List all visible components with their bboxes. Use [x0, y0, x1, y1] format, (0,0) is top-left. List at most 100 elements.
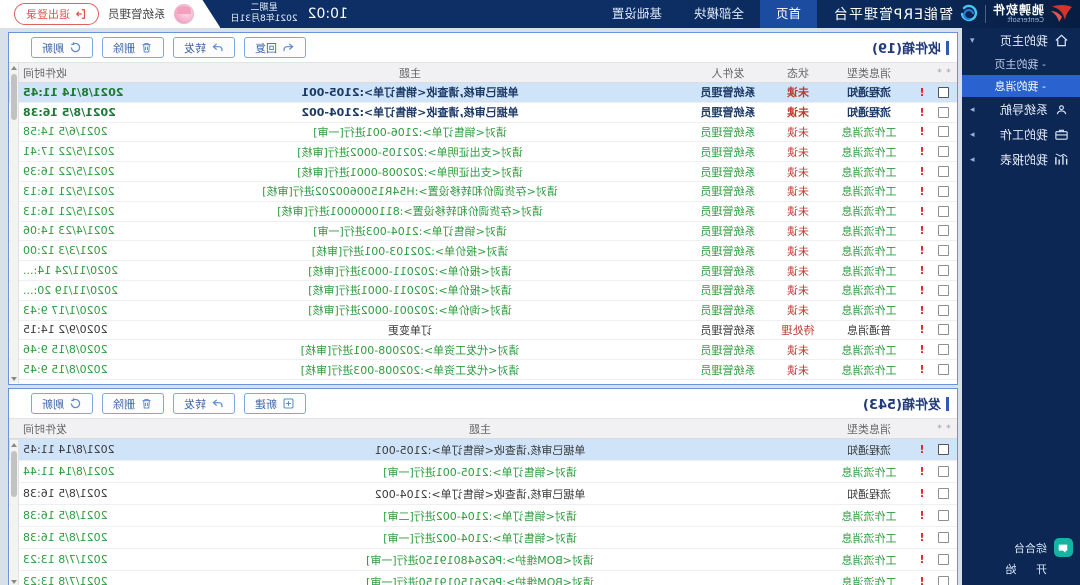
tab-all-modules[interactable]: 全部模块 [678, 0, 760, 28]
message-row[interactable]: !流程通知单据已审核,请查收<销售订单>:2104-0022021/8/5 16… [9, 483, 957, 505]
row-checkbox[interactable] [939, 444, 950, 455]
sender: 系统管理员 [685, 282, 771, 298]
message-type: 工作流消息 [825, 362, 913, 378]
widget-label[interactable]: 综合台 [1014, 540, 1047, 556]
message-row[interactable]: !工作流消息未读系统管理员请对<支出证明单>:202105-0002进行[审核]… [9, 142, 957, 162]
sidebar-item-my-work[interactable]: 我的工作 ▸ [962, 122, 1080, 147]
col-subject[interactable]: 主题 [135, 421, 825, 437]
outbox-scrollbar[interactable] [10, 440, 19, 585]
scroll-down-icon[interactable] [10, 374, 18, 383]
message-row[interactable]: !工作流消息请对<销售订单>:2105-001进行[一审]2021/8/14 1… [9, 461, 957, 483]
message-row[interactable]: !工作流消息未读系统管理员请对<询价单>:202001-0002进行[审核]20… [9, 301, 957, 321]
row-checkbox[interactable] [939, 126, 950, 137]
col-message-type[interactable]: 消息类型 [825, 65, 913, 81]
forward-button[interactable]: 转发 [173, 393, 235, 414]
delete-button[interactable]: 删除 [102, 393, 164, 414]
subject: 请对<销售订单>:2104-002进行[二审] [135, 508, 825, 524]
col-message-type[interactable]: 消息类型 [825, 421, 913, 437]
row-checkbox[interactable] [939, 87, 950, 98]
logout-button[interactable]: 退出登录 [14, 3, 99, 25]
message-type: 工作流消息 [825, 243, 913, 259]
row-checkbox[interactable] [939, 285, 950, 296]
scroll-up-icon[interactable] [10, 440, 18, 449]
col-sender[interactable]: 发件人 [685, 65, 771, 81]
inbox-scrollbar[interactable] [10, 63, 19, 383]
row-checkbox[interactable] [939, 166, 950, 177]
col-receive-time[interactable]: 收件时间 [9, 65, 135, 81]
tab-home[interactable]: 首页 [760, 0, 817, 28]
message-row[interactable]: !工作流消息未读系统管理员请对<销售订单>:2104-003进行[一审]2021… [9, 222, 957, 242]
refresh-icon [69, 397, 82, 410]
row-checkbox[interactable] [939, 225, 950, 236]
row-checkbox[interactable] [939, 107, 950, 118]
row-checkbox[interactable] [939, 554, 950, 565]
sidebar-subitem-my-homepage[interactable]: - 我的主页 [962, 53, 1080, 75]
reply-icon [282, 41, 295, 54]
message-row[interactable]: !流程通知未读系统管理员单据已审核,请查收<销售订单>:2104-0022021… [9, 103, 957, 123]
scrollbar-thumb[interactable] [11, 451, 17, 497]
sidebar-subitem-my-messages[interactable]: - 我的消息 [962, 75, 1080, 97]
message-row[interactable]: !工作流消息未读系统管理员请对<代发工资单>:202008-003进行[审核]2… [9, 360, 957, 380]
message-type: 工作流消息 [825, 530, 913, 546]
row-checkbox[interactable] [939, 245, 950, 256]
row-checkbox[interactable] [939, 146, 950, 157]
row-checkbox[interactable] [939, 265, 950, 276]
timestamp: 2021/5/21 16:13 [9, 205, 135, 218]
new-message-button[interactable]: 新建 [244, 393, 306, 414]
reply-button[interactable]: 回复 [244, 37, 306, 58]
forward-button[interactable]: 转发 [173, 37, 235, 58]
sidebar-item-my-reports[interactable]: 我的报表 ▸ [962, 147, 1080, 172]
row-checkbox[interactable] [939, 305, 950, 316]
timestamp: 2020/9/2 14:15 [9, 323, 135, 336]
sidebar-item-system-nav[interactable]: 系统导航 ▸ [962, 97, 1080, 122]
user-name: 系统管理员 [108, 6, 166, 22]
scrollbar-thumb[interactable] [11, 74, 17, 120]
avatar[interactable] [175, 4, 195, 24]
timestamp: 2021/8/14 11:45 [9, 443, 135, 456]
row-checkbox[interactable] [939, 324, 950, 335]
message-row[interactable]: !工作流消息未读系统管理员请对<报价单>:202011-0003进行[审核]20… [9, 261, 957, 281]
row-checkbox[interactable] [939, 466, 950, 477]
row-checkbox[interactable] [939, 206, 950, 217]
col-subject[interactable]: 主题 [135, 65, 685, 81]
message-row[interactable]: !工作流消息未读系统管理员请对<存货调价和转移设置>:8110000001进行[… [9, 202, 957, 222]
message-row[interactable]: !流程通知未读系统管理员单据已审核,请查收<销售订单>:2105-0012021… [9, 83, 957, 103]
message-row[interactable]: !工作流消息未读系统管理员请对<代发工资单>:202008-001进行[审核]2… [9, 340, 957, 360]
message-row[interactable]: !工作流消息未读系统管理员请对<存货调价和转移设置>:H54R150060020… [9, 182, 957, 202]
row-checkbox[interactable] [939, 532, 950, 543]
refresh-button[interactable]: 刷新 [31, 393, 93, 414]
priority-icon: ! [919, 487, 924, 500]
message-row[interactable]: !工作流消息请对<销售订单>:2104-002进行[二审]2021/8/5 16… [9, 505, 957, 527]
row-checkbox[interactable] [939, 344, 950, 355]
message-row[interactable]: !普通消息待处理系统管理员订单变更2020/9/2 14:15 [9, 321, 957, 341]
row-checkbox[interactable] [939, 576, 950, 585]
delete-button[interactable]: 删除 [102, 37, 164, 58]
message-row[interactable]: !工作流消息请对<BOM维护>:P62615019150进行[一审]2021/7… [9, 571, 957, 585]
subject: 请对<存货调价和转移设置>:8110000001进行[审核] [135, 203, 685, 219]
message-row[interactable]: !工作流消息请对<BOM维护>:P62648019150进行[一审]2021/7… [9, 549, 957, 571]
row-checkbox[interactable] [939, 186, 950, 197]
row-checkbox[interactable] [939, 510, 950, 521]
message-row[interactable]: !工作流消息未读系统管理员请对<支出证明单>:202008-0001进行[审核]… [9, 162, 957, 182]
start-label[interactable]: 开 始 [966, 561, 1047, 577]
sidebar-item-my-home[interactable]: 我的主页 ▾ [962, 28, 1080, 53]
col-status[interactable]: 状态 [771, 65, 825, 81]
col-send-time[interactable]: 发件时间 [9, 421, 135, 437]
tab-basic-settings[interactable]: 基础设置 [596, 0, 678, 28]
message-row[interactable]: !工作流消息未读系统管理员请对<销售订单>:2106-001进行[一审]2021… [9, 123, 957, 143]
sender: 系统管理员 [685, 243, 771, 259]
assistant-icon[interactable] [1054, 538, 1073, 557]
refresh-button[interactable]: 刷新 [31, 37, 93, 58]
message-row[interactable]: !流程通知单据已审核,请查收<销售订单>:2105-0012021/8/14 1… [9, 439, 957, 461]
message-row[interactable]: !工作流消息未读系统管理员请对<报价单>:202103-001进行[审核]202… [9, 241, 957, 261]
scroll-down-icon[interactable] [10, 577, 18, 585]
scroll-up-icon[interactable] [10, 63, 18, 72]
message-row[interactable]: !工作流消息未读系统管理员请对<报价单>:202011-0001进行[审核]20… [9, 281, 957, 301]
row-checkbox[interactable] [939, 488, 950, 499]
message-row[interactable]: !工作流消息请对<销售订单>:2104-002进行[一审]2021/8/5 16… [9, 527, 957, 549]
message-type: 流程通知 [825, 84, 913, 100]
refresh-icon [69, 41, 82, 54]
message-type: 流程通知 [825, 104, 913, 120]
row-checkbox[interactable] [939, 364, 950, 375]
priority-icon: ! [919, 264, 924, 277]
